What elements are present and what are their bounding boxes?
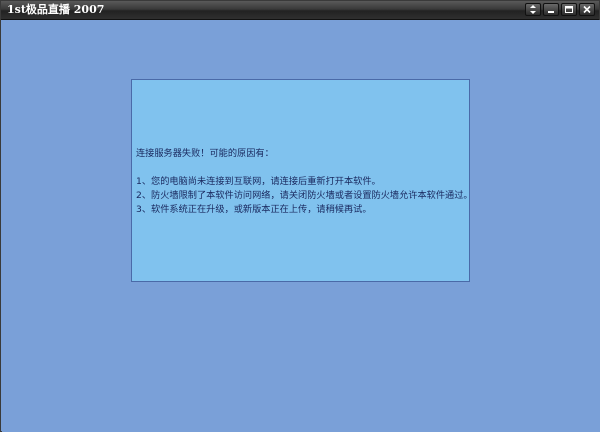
reason-item-3: 3、软件系统正在升级，或新版本正在上传，请稍候再试。 [136, 204, 372, 215]
main-content: 连接服务器失败！可能的原因有： 1、您的电脑尚未连接到互联网，请连接后重新打开本… [2, 20, 600, 432]
minimize-button[interactable] [543, 3, 559, 16]
restore-updown-icon [530, 5, 536, 14]
app-window: 1st极品直播 2007 连接服务器失败！可能的原因有： 1、您的电脑尚未连接到… [0, 0, 600, 432]
error-message-text: 连接服务器失败！可能的原因有： 1、您的电脑尚未连接到互联网，请连接后重新打开本… [136, 147, 473, 217]
reason-item-1: 1、您的电脑尚未连接到互联网，请连接后重新打开本软件。 [136, 176, 381, 187]
reason-item-2: 2、防火墙限制了本软件访问网络，请关闭防火墙或者设置防火墙允许本软件通过。 [136, 190, 473, 201]
maximize-button[interactable] [561, 3, 577, 16]
maximize-icon [565, 6, 573, 13]
error-message-panel: 连接服务器失败！可能的原因有： 1、您的电脑尚未连接到互联网，请连接后重新打开本… [131, 79, 473, 282]
window-controls [525, 3, 595, 17]
close-button[interactable] [579, 3, 595, 16]
title-bar[interactable]: 1st极品直播 2007 [1, 1, 599, 20]
close-icon [583, 5, 591, 14]
window-title: 1st极品直播 2007 [7, 3, 105, 16]
restore-updown-button[interactable] [525, 3, 541, 16]
error-heading: 连接服务器失败！可能的原因有： [136, 148, 274, 159]
minimize-icon [548, 11, 554, 13]
